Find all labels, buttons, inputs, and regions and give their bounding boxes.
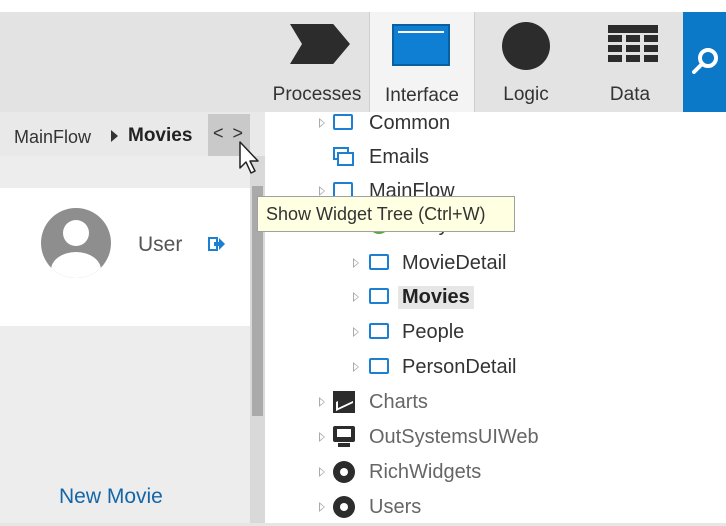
expand-arrow-icon[interactable] (319, 432, 325, 442)
breadcrumb-separator-icon (111, 130, 118, 142)
logout-icon[interactable] (208, 235, 226, 253)
tree-item-users[interactable]: Users (265, 492, 726, 526)
tree-item-moviedetail[interactable]: MovieDetail (265, 248, 726, 282)
processes-chevron-icon (290, 24, 350, 64)
tooltip-text: Show Widget Tree (Ctrl+W) (266, 204, 486, 224)
expand-arrow-icon[interactable] (319, 467, 325, 477)
user-label: User (138, 233, 183, 256)
tab-processes[interactable]: Processes (268, 12, 366, 112)
tree-item-common[interactable]: Common (265, 108, 726, 142)
tab-interface-label: Interface (385, 85, 459, 106)
user-card (0, 188, 250, 326)
screen-icon (369, 323, 389, 339)
expand-arrow-icon[interactable] (319, 186, 325, 196)
module-icon (333, 496, 355, 518)
search-button[interactable] (683, 12, 726, 112)
emails-icon (333, 147, 355, 167)
breadcrumb-current: Movies (128, 125, 193, 146)
screen-icon (369, 254, 389, 270)
screen-icon (369, 358, 389, 374)
expand-arrow-icon[interactable] (319, 502, 325, 512)
tree-item-people[interactable]: People (265, 317, 726, 351)
tree-item-label: OutSystemsUIWeb (369, 426, 539, 448)
tree-item-label: Common (369, 112, 451, 134)
tree-item-outsystemsuiweb[interactable]: OutSystemsUIWeb (265, 422, 726, 456)
logic-circle-icon (502, 22, 550, 70)
tree-item-richwidgets[interactable]: RichWidgets (265, 457, 726, 491)
tab-interface[interactable]: Interface (369, 12, 475, 113)
module-icon (333, 461, 355, 483)
tooltip: Show Widget Tree (Ctrl+W) (257, 196, 515, 232)
tree-item-label: Emails (369, 146, 430, 168)
new-movie-link[interactable]: New Movie (59, 485, 163, 509)
charts-icon (333, 391, 355, 413)
mouse-cursor-icon (239, 141, 259, 174)
tree-item-charts[interactable]: Charts (265, 387, 726, 421)
tab-logic[interactable]: Logic (476, 12, 576, 112)
tab-data-label: Data (609, 84, 651, 105)
expand-arrow-icon[interactable] (319, 118, 325, 128)
tab-data[interactable]: Data (580, 12, 680, 112)
tree-item-label: Charts (369, 391, 428, 413)
screen-icon (369, 288, 389, 304)
ui-flow-icon (333, 114, 353, 130)
tree-item-label: RichWidgets (369, 461, 482, 483)
avatar (41, 208, 111, 278)
interface-screen-icon (392, 24, 450, 66)
toolbar-top-strip (0, 0, 726, 12)
outsystems-ui-icon (333, 426, 355, 448)
expand-arrow-icon[interactable] (353, 292, 359, 302)
expand-arrow-icon[interactable] (353, 327, 359, 337)
tree-item-emails[interactable]: Emails (265, 142, 726, 176)
tree-item-movies[interactable]: Movies (265, 282, 726, 316)
expand-arrow-icon[interactable] (319, 397, 325, 407)
tab-processes-label: Processes (272, 84, 362, 105)
expand-arrow-icon[interactable] (353, 258, 359, 268)
data-grid-icon (608, 25, 658, 63)
expand-arrow-icon[interactable] (353, 362, 359, 372)
tree-item-persondetail[interactable]: PersonDetail (265, 352, 726, 386)
tree-item-label: PersonDetail (402, 356, 517, 378)
tree-item-label: Movies (398, 286, 474, 309)
breadcrumb-parent[interactable]: MainFlow (14, 127, 91, 148)
logout-arrow-icon (208, 237, 225, 251)
search-icon (692, 48, 718, 74)
tree-item-label: Users (369, 496, 422, 518)
tree-item-label: People (402, 321, 465, 343)
interface-tree: Common Emails MainFlow Entry MovieDetail… (265, 112, 726, 523)
tree-item-label: MovieDetail (402, 252, 507, 274)
tab-logic-label: Logic (503, 84, 549, 105)
